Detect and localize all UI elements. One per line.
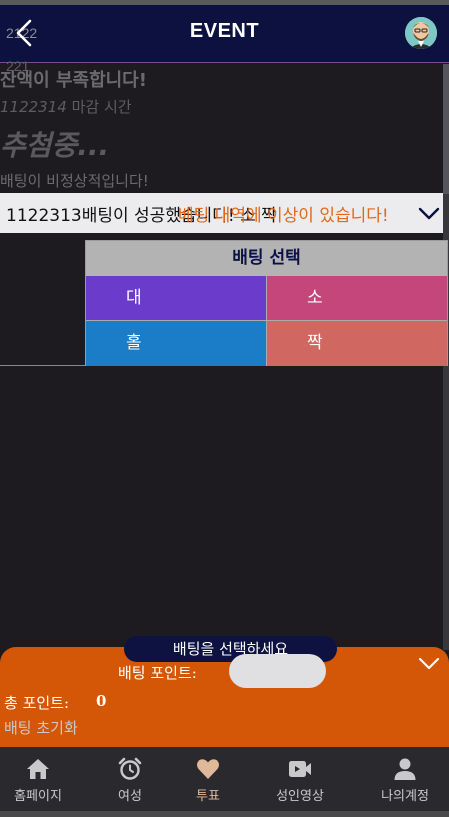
bet-option-big[interactable]: 대	[86, 276, 267, 321]
alarm-clock-icon	[118, 757, 142, 780]
nav-label-home: 홈페이지	[14, 789, 62, 804]
total-points-label: 총 포인트:	[4, 694, 70, 712]
bet-points-label: 배팅 포인트:	[118, 664, 197, 682]
bet-option-big-label: 대	[126, 288, 142, 308]
nav-label-my-account: 나의계정	[381, 789, 429, 804]
heart-icon	[197, 759, 219, 779]
bet-option-small[interactable]: 소	[267, 276, 447, 321]
deadline-suffix: 마감 시간	[66, 98, 132, 116]
avatar-icon	[405, 17, 437, 49]
user-icon	[394, 758, 416, 780]
bet-option-odd[interactable]: 홀	[86, 321, 267, 366]
reset-bet-button[interactable]: 배팅 초기화	[4, 717, 78, 738]
page-title: EVENT	[189, 20, 260, 42]
nav-item-women[interactable]: 여성	[92, 747, 168, 811]
abnormal-bet-message: 배팅이 비정상적입니다!	[0, 172, 149, 190]
bet-option-small-label: 소	[307, 288, 323, 308]
drawing-message: 추첨중...	[0, 129, 110, 162]
bet-option-even[interactable]: 짝	[267, 321, 447, 366]
chevron-down-icon[interactable]	[418, 203, 440, 223]
bet-points-input[interactable]	[229, 654, 326, 688]
avatar[interactable]	[405, 17, 437, 49]
nav-item-home[interactable]: 홈페이지	[0, 747, 76, 811]
bottom-nav: 홈페이지 여성 투표 성인영상 나의계정	[0, 747, 449, 817]
deadline-message: 1122314 마감 시간	[0, 96, 132, 117]
nav-item-adult-video[interactable]: 성인영상	[262, 747, 338, 811]
insufficient-balance-message: 잔액이 부족합니다!	[0, 70, 147, 91]
chevron-down-icon[interactable]	[418, 655, 440, 673]
notification-bar[interactable]: 1122313배팅이 성공했습니다! 소 짝 베팅 내역에 이상이 있습니다!	[0, 193, 449, 233]
left-panel	[0, 240, 86, 366]
nav-item-vote[interactable]: 투표	[170, 747, 246, 811]
nav-item-my-account[interactable]: 나의계정	[366, 747, 444, 811]
bet-option-odd-label: 홀	[126, 333, 142, 353]
bottom-status-strip	[0, 811, 449, 817]
bet-selection-header: 배팅 선택	[86, 241, 447, 276]
nav-label-women: 여성	[118, 789, 142, 804]
video-camera-icon	[289, 761, 311, 777]
deadline-number: 1122314	[0, 98, 67, 116]
bet-selection-table: 배팅 선택 대 소 홀 짝	[85, 240, 448, 366]
scrollbar-thumb[interactable]	[443, 64, 449, 194]
total-points-value: 0	[96, 692, 107, 710]
home-icon	[27, 759, 49, 779]
bet-error-text: 베팅 내역에 이상이 있습니다!	[178, 206, 389, 226]
nav-label-adult-video: 성인영상	[276, 789, 324, 804]
bet-option-even-label: 짝	[307, 333, 323, 353]
header-bar: 2122 EVENT 221	[0, 5, 449, 74]
nav-label-vote: 투표	[196, 789, 220, 804]
